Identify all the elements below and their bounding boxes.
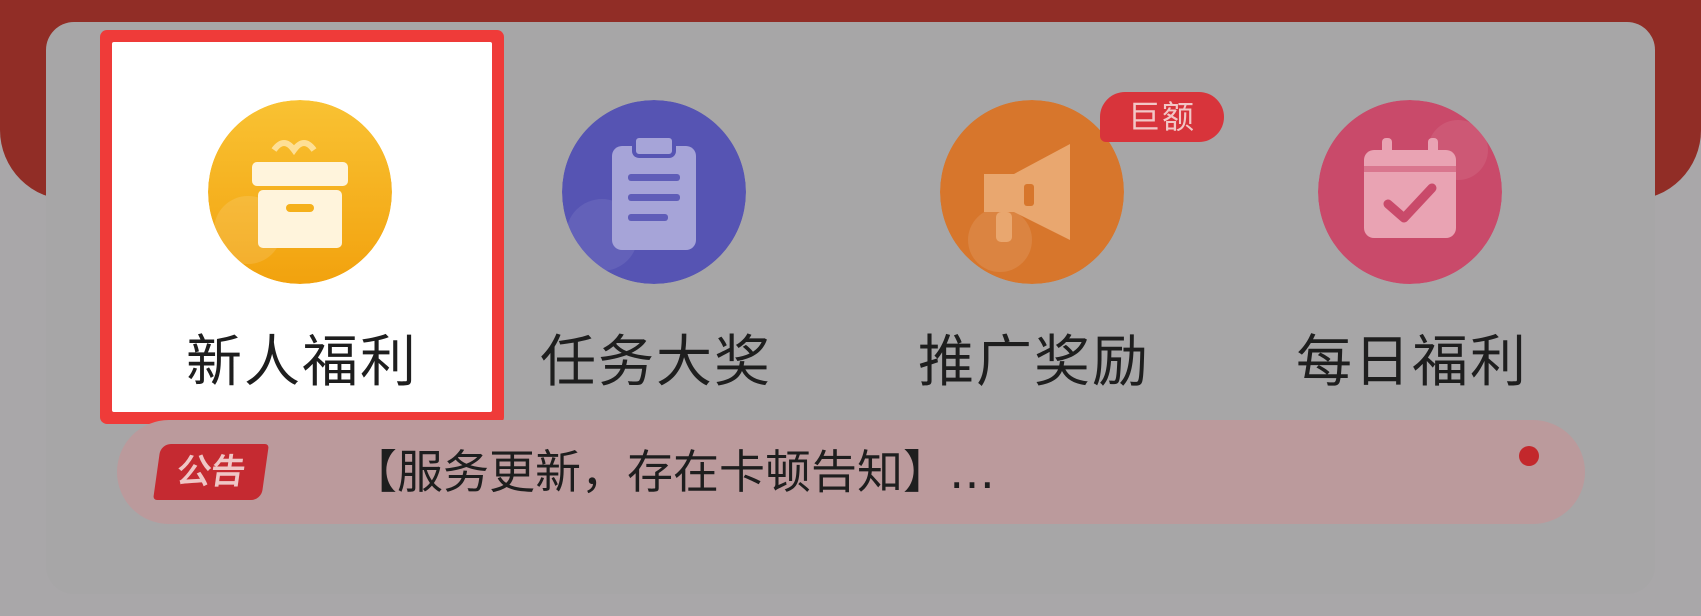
menu-item-label: 新人福利 [186, 330, 418, 395]
unread-dot [1519, 446, 1539, 466]
notice-tag: 公告 [153, 444, 269, 500]
menu-item-task-rewards[interactable]: 任务大奖 [466, 42, 846, 412]
menu-card: 新人福利 任务大奖 推广奖励 每日福利 公告 【服务更新，存在卡顿告知】… [46, 22, 1655, 594]
menu-item-label: 推广奖励 [918, 330, 1150, 395]
menu-item-daily-benefits[interactable]: 每日福利 [1222, 42, 1602, 412]
menu-item-label: 任务大奖 [540, 330, 772, 395]
notice-bar[interactable]: 公告 【服务更新，存在卡顿告知】… [117, 420, 1585, 524]
menu-item-label: 每日福利 [1296, 330, 1528, 395]
calendar-check-icon [1318, 100, 1502, 284]
menu-item-new-user-benefits[interactable]: 新人福利 [112, 42, 492, 412]
megaphone-icon [940, 100, 1124, 284]
clipboard-icon [562, 100, 746, 284]
huge-amount-badge: 巨额 [1100, 92, 1224, 142]
gift-box-icon [208, 100, 392, 284]
notice-text[interactable]: 【服务更新，存在卡顿告知】… [351, 436, 995, 508]
